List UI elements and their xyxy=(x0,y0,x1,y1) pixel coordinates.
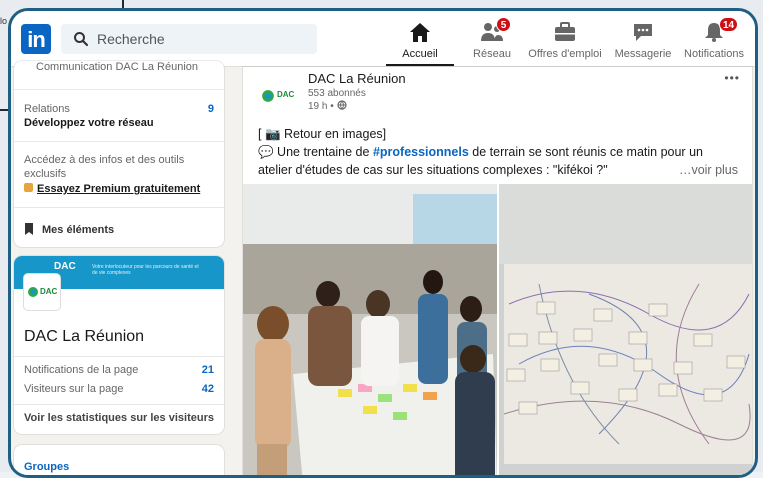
page-visitors-count: 42 xyxy=(201,383,214,395)
premium-text: Accédez à des infos et des outils exclus… xyxy=(24,154,185,180)
home-icon xyxy=(410,23,430,42)
divider xyxy=(14,404,224,405)
post-line-1: [ 📷 Retour en images] xyxy=(258,127,387,141)
page-notifications-row[interactable]: Notifications de la page 21 xyxy=(24,364,214,376)
saved-items-label: Mes éléments xyxy=(42,224,115,236)
bookmark-icon xyxy=(25,223,33,235)
page-avatar[interactable]: DAC xyxy=(24,274,60,310)
page-notifications-label: Notifications de la page xyxy=(24,364,139,376)
post-line-2: 💬 Une trentaine de #professionnels de te… xyxy=(258,145,703,160)
page-visitors-row[interactable]: Visiteurs sur la page 42 xyxy=(24,383,214,395)
page-card: DAC Votre interlocuteur pour les parcour… xyxy=(14,256,224,434)
nav-network[interactable]: 5 Réseau xyxy=(467,11,517,66)
feed-post: DAC DAC La Réunion 553 abonnés 19 h • ••… xyxy=(243,67,752,475)
post-author-avatar[interactable]: DAC xyxy=(259,77,295,113)
divider xyxy=(14,356,224,357)
premium-link[interactable]: Essayez Premium gratuitement xyxy=(24,183,214,195)
linkedin-window: in Recherche Accueil 5 Réseau Offres d'e… xyxy=(8,8,758,478)
profile-card: Communication DAC La Réunion Relations 9… xyxy=(14,61,224,247)
see-more-link[interactable]: …voir plus xyxy=(679,163,738,177)
post-photo-board[interactable] xyxy=(499,184,752,475)
banner-logo: DAC xyxy=(54,261,76,272)
board-photo-image xyxy=(499,184,752,475)
post-photo-workshop[interactable] xyxy=(243,184,497,475)
dac-logo-icon xyxy=(28,287,38,297)
nav-notifications-label: Notifications xyxy=(684,48,744,60)
nav-jobs[interactable]: Offres d'emploi xyxy=(523,11,607,66)
search-icon xyxy=(74,32,89,47)
search-placeholder: Recherche xyxy=(97,31,165,47)
workshop-photo-image xyxy=(243,184,497,475)
page-notifications-count: 21 xyxy=(201,364,214,376)
premium-link-label: Essayez Premium gratuitement xyxy=(37,183,201,195)
post-followers: 553 abonnés xyxy=(308,88,366,99)
linkedin-logo[interactable]: in xyxy=(21,24,51,54)
background-text: lo xyxy=(0,16,8,26)
search-input[interactable]: Recherche xyxy=(61,24,317,54)
grow-network-link[interactable]: Développez votre réseau xyxy=(24,117,214,129)
post-menu-button[interactable]: ••• xyxy=(724,71,740,85)
post-avatar-text: DAC xyxy=(277,90,295,99)
page-visitors-label: Visiteurs sur la page xyxy=(24,383,124,395)
groups-link[interactable]: Groupes xyxy=(24,461,69,473)
post-line-3: atelier d'études de cas sur les situatio… xyxy=(258,163,608,177)
nav-messaging[interactable]: Messagerie xyxy=(610,11,676,66)
nav-home-label: Accueil xyxy=(402,48,438,60)
dac-logo-icon xyxy=(262,90,274,102)
post-author-name[interactable]: DAC La Réunion xyxy=(308,71,406,86)
post-time: 19 h • xyxy=(308,100,347,112)
banner-tagline: Votre interlocuteur pour les parcours de… xyxy=(92,264,199,276)
post-time-text: 19 h • xyxy=(308,101,334,112)
relations-row[interactable]: Relations 9 xyxy=(24,103,214,115)
saved-items-link[interactable]: Mes éléments xyxy=(24,223,214,236)
nav-network-label: Réseau xyxy=(473,48,511,60)
divider xyxy=(14,207,224,208)
divider xyxy=(14,141,224,142)
nav-notifications[interactable]: 14 Notifications xyxy=(677,11,751,66)
groups-card: Groupes xyxy=(14,445,224,475)
network-badge: 5 xyxy=(496,17,511,32)
relations-label: Relations xyxy=(24,103,70,115)
briefcase-icon xyxy=(555,22,575,41)
divider xyxy=(14,89,224,90)
notifications-badge: 14 xyxy=(719,17,739,32)
globe-icon xyxy=(336,100,347,110)
nav-messaging-label: Messagerie xyxy=(614,48,672,60)
hashtag-link[interactable]: #professionnels xyxy=(373,145,469,159)
page-name[interactable]: DAC La Réunion xyxy=(24,328,144,346)
top-navigation-bar: in Recherche Accueil 5 Réseau Offres d'e… xyxy=(11,11,755,67)
relations-count: 9 xyxy=(207,103,214,115)
post-line-2-start: 💬 Une trentaine de xyxy=(258,145,373,159)
post-line-2-end: de terrain se sont réunis ce matin pour … xyxy=(468,145,703,159)
premium-icon xyxy=(24,183,33,192)
page-avatar-text: DAC xyxy=(40,287,58,296)
nav-jobs-label: Offres d'emploi xyxy=(528,48,602,60)
message-icon xyxy=(634,24,652,41)
profile-headline: Communication DAC La Réunion xyxy=(36,61,199,73)
visitor-stats-link[interactable]: Voir les statistiques sur les visiteurs xyxy=(14,412,224,424)
nav-home[interactable]: Accueil xyxy=(386,11,454,66)
